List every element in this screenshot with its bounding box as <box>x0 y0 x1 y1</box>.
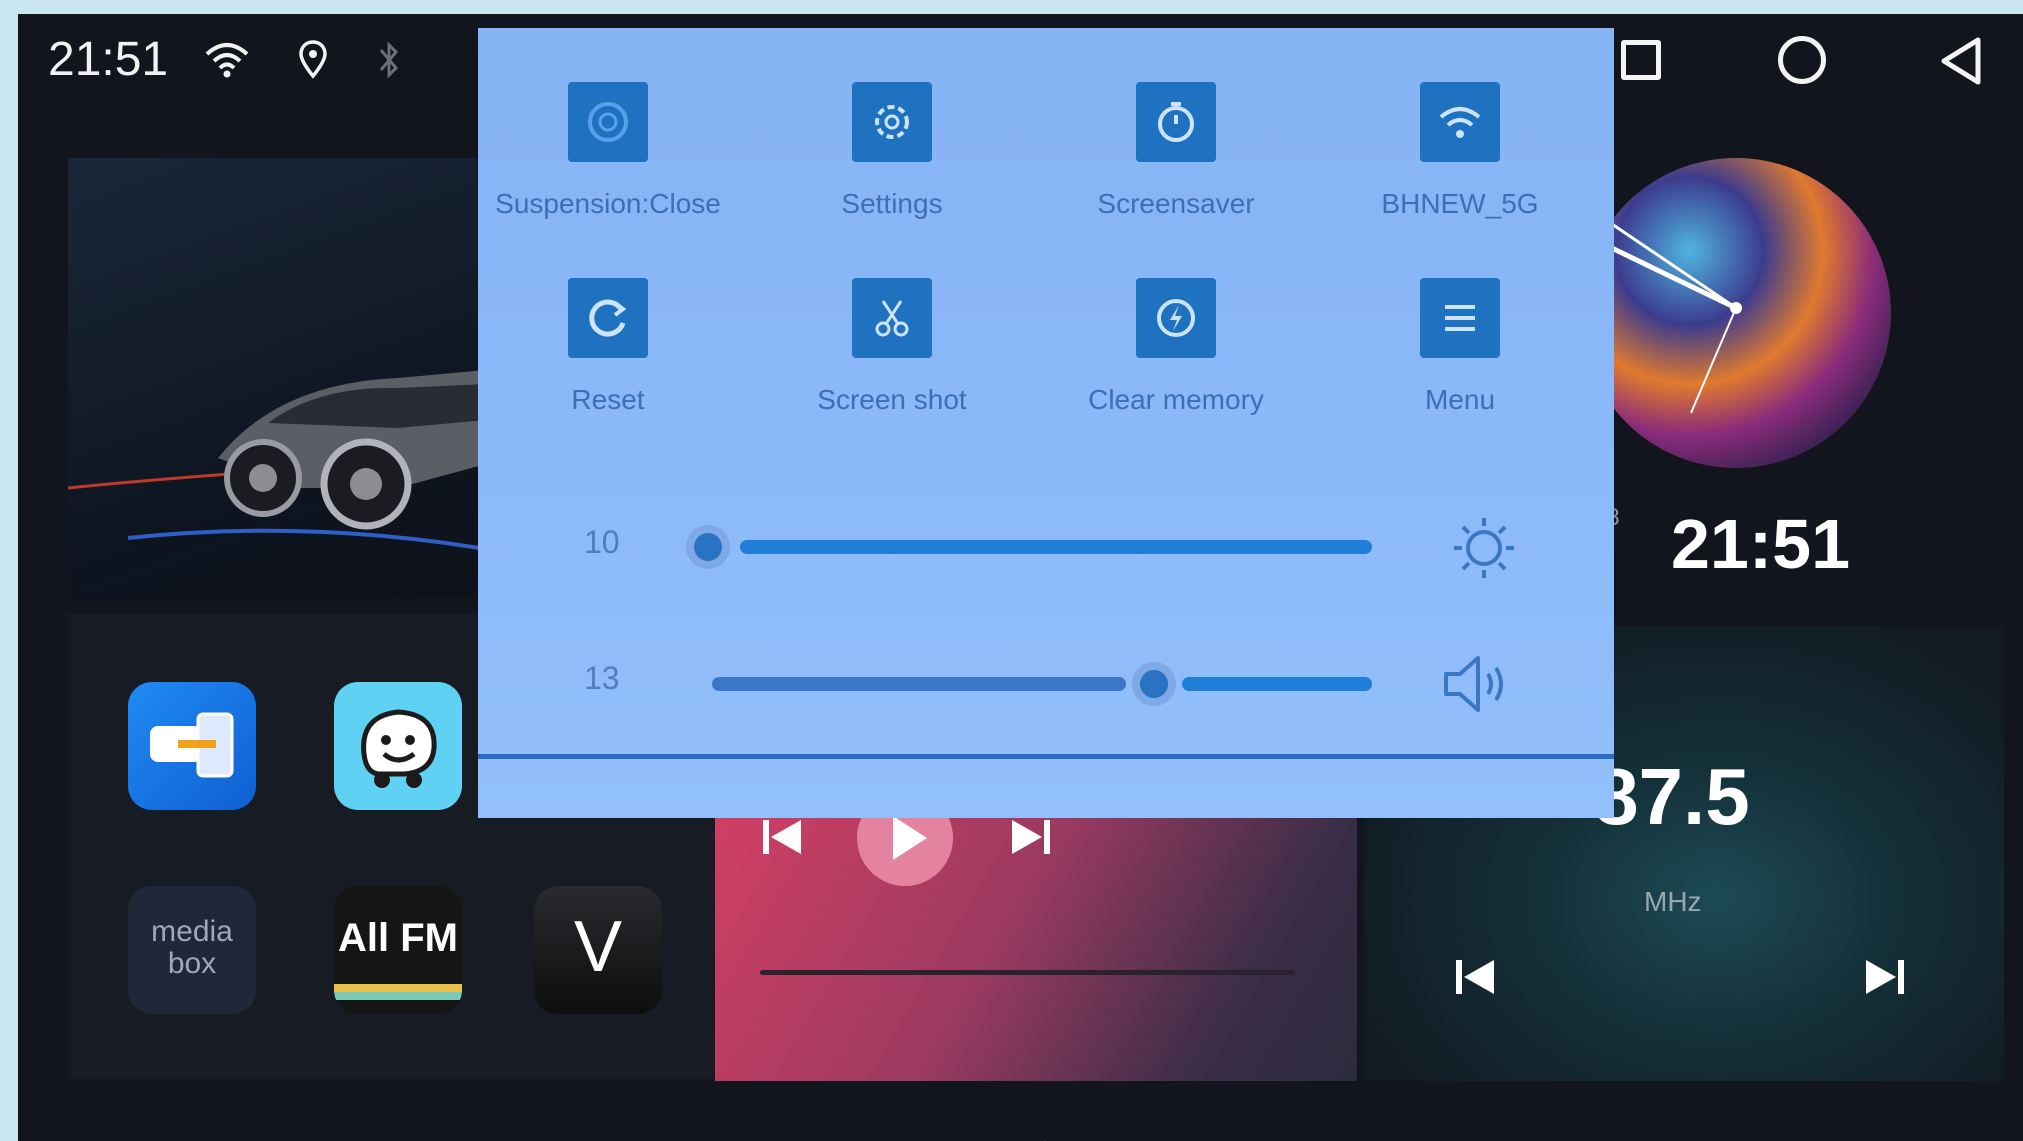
volume-track[interactable] <box>1182 677 1372 691</box>
brightness-value: 10 <box>584 524 620 560</box>
tile-settings[interactable]: Settings <box>772 82 1012 220</box>
bluetooth-icon <box>379 41 399 79</box>
refresh-icon <box>568 278 648 358</box>
status-time: 21:51 <box>48 33 169 86</box>
wifi-icon <box>205 43 249 78</box>
car-image <box>67 368 509 555</box>
radio-next-icon[interactable] <box>1864 956 1906 998</box>
tile-label: Screensaver <box>1097 188 1255 219</box>
digital-clock: 21:51 <box>1671 505 1851 583</box>
home-icon[interactable] <box>1778 36 1826 84</box>
v-app[interactable]: V <box>534 886 662 1014</box>
v-app-label: V <box>573 907 623 987</box>
volume-track-filled[interactable] <box>712 677 1127 691</box>
radio-frequency: 87.5 <box>1594 752 1750 841</box>
tile-label: Settings <box>841 188 943 219</box>
tile-label: Suspension:Close <box>495 188 721 219</box>
media-progress-bar[interactable] <box>760 970 1295 975</box>
volume-thumb[interactable] <box>1132 662 1177 706</box>
waze-icon <box>361 709 437 788</box>
mediabox-app[interactable]: media box <box>128 886 256 1014</box>
analog-clock <box>1581 158 1891 468</box>
car-head-unit-screen: 21:51 media box All FM V 21:51 87.5 MHz … <box>18 14 2023 1141</box>
location-icon <box>299 40 327 79</box>
sun-icon <box>1454 518 1514 578</box>
quick-settings-panel: Suspension:Close Settings Screensaver BH… <box>478 28 1614 818</box>
car-wallpaper-card[interactable] <box>67 158 509 598</box>
speaker-icon <box>1444 656 1503 712</box>
tile-label: Clear memory <box>1088 384 1264 415</box>
recent-apps-icon[interactable] <box>1621 40 1661 80</box>
tile-label: Screen shot <box>817 384 967 415</box>
tile-clear-memory[interactable]: Clear memory <box>1056 278 1296 416</box>
mediabox-label: media box <box>151 915 233 980</box>
allfm-app[interactable]: All FM <box>334 886 462 1014</box>
lightning-icon <box>1136 278 1216 358</box>
allfm-label: All FM <box>338 916 458 960</box>
tile-reset[interactable]: Reset <box>488 278 728 416</box>
tile-screenshot[interactable]: Screen shot <box>772 278 1012 416</box>
brightness-track[interactable] <box>740 540 1372 554</box>
tile-label: Menu <box>1424 384 1496 415</box>
radio-unit: MHz <box>1644 886 1702 917</box>
panel-divider <box>478 754 1614 759</box>
tile-screensaver[interactable]: Screensaver <box>1056 82 1296 220</box>
back-icon[interactable] <box>1938 36 1984 86</box>
next-track-icon[interactable] <box>1010 816 1052 858</box>
volume-value: 13 <box>584 660 620 696</box>
tile-menu[interactable]: Menu <box>1340 278 1580 416</box>
media-player-card <box>715 790 1357 1081</box>
waze-app[interactable] <box>334 682 462 810</box>
previous-track-icon[interactable] <box>761 816 803 858</box>
tile-label: BHNEW_5G <box>1381 188 1539 219</box>
car-phone-icon <box>150 712 234 778</box>
brightness-thumb[interactable] <box>686 525 730 569</box>
tile-wifi[interactable]: BHNEW_5G <box>1340 82 1580 220</box>
tile-suspension[interactable]: Suspension:Close <box>488 82 728 220</box>
clock-hands <box>1589 218 1742 414</box>
radio-previous-icon[interactable] <box>1454 956 1496 998</box>
suspension-icon <box>568 82 648 162</box>
list-icon <box>1420 278 1500 358</box>
wifi-icon <box>1420 82 1500 162</box>
scissors-icon <box>852 278 932 358</box>
tile-label: Reset <box>571 384 645 415</box>
stopwatch-icon <box>1136 82 1216 162</box>
car-link-app[interactable] <box>128 682 256 810</box>
gear-icon <box>852 82 932 162</box>
